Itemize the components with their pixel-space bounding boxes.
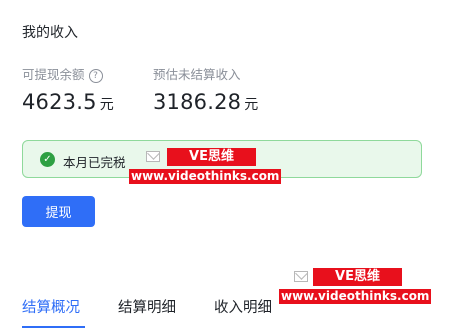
active-tab-indicator [22, 326, 85, 328]
withdrawable-balance-label: 可提现余额? [22, 64, 103, 83]
withdraw-button[interactable]: 提现 [22, 196, 95, 227]
watermark-title: VE思维 [313, 268, 402, 286]
tax-status-text: 本月已完税 [63, 155, 126, 170]
tab-settlement-details[interactable]: 结算明细 [118, 296, 176, 317]
withdrawable-unit: 元 [99, 97, 114, 113]
tab-settlement-overview[interactable]: 结算概况 [22, 296, 80, 317]
watermark-envelope-icon [294, 271, 308, 282]
pending-income-label: 预估未结算收入 [153, 67, 241, 82]
withdrawable-balance-label-text: 可提现余额 [22, 67, 85, 82]
withdrawable-balance-value: 4623.5 元 [22, 90, 114, 114]
pending-amount: 3186.28 [153, 90, 242, 114]
question-circle-icon[interactable]: ? [88, 69, 103, 83]
watermark-envelope-icon [146, 151, 160, 162]
pending-unit: 元 [244, 97, 259, 113]
watermark-url: www.videothinks.com [129, 169, 282, 184]
pending-income-value: 3186.28 元 [153, 90, 258, 114]
page-title: 我的收入 [22, 25, 78, 41]
watermark-title: VE思维 [167, 148, 256, 166]
withdrawable-amount: 4623.5 [22, 90, 97, 114]
check-circle-icon: ✓ [40, 152, 55, 167]
watermark-url: www.videothinks.com [279, 289, 432, 304]
tab-income-details[interactable]: 收入明细 [214, 296, 272, 317]
